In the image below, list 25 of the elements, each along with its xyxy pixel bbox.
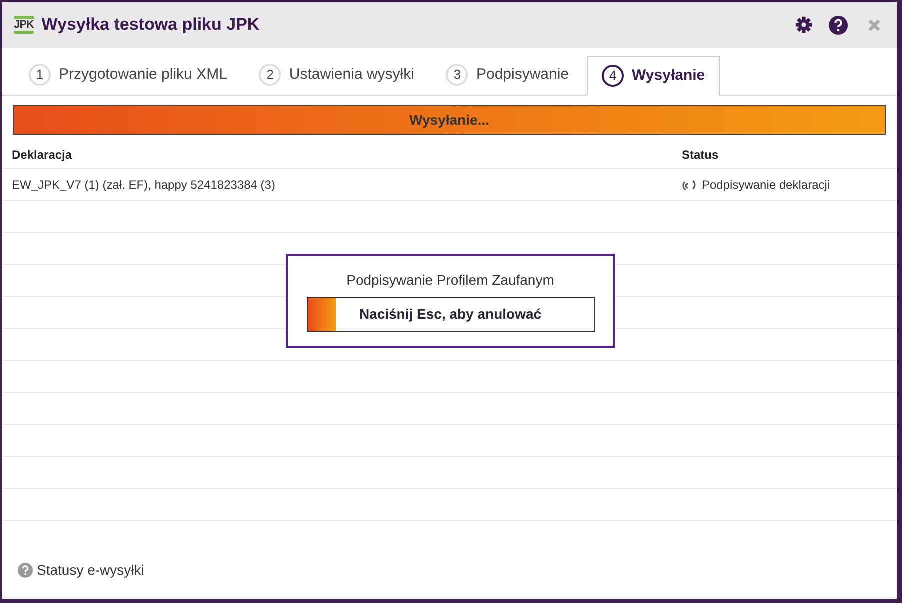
status-link[interactable]: Statusy e-wysyłki (37, 560, 144, 581)
column-header: Status (682, 147, 719, 164)
step-number: 4 (602, 65, 624, 87)
progress-label: Wysyłanie... (410, 110, 490, 130)
tab-label: Podpisywanie (476, 64, 570, 85)
window-title: Wysyłka testowa pliku JPK (42, 14, 260, 36)
table-cell-text: EW_JPK_V7 (1) (zał. EF), happy 5241823384 (3) (12, 176, 276, 194)
spinner-icon (682, 178, 696, 192)
help-icon[interactable] (829, 16, 848, 34)
tab-label: Przygotowanie pliku XML (59, 64, 228, 85)
tab-label: Wysyłanie (632, 66, 706, 86)
table-cell-text: Podpisywanie deklaracji (702, 176, 830, 194)
tab[interactable]: 3 Podpisywanie (432, 55, 584, 95)
tab-label: Ustawienia wysyłki (289, 64, 414, 85)
tab[interactable]: 1 Przygotowanie pliku XML (15, 55, 242, 95)
column-header: Deklaracja (12, 147, 74, 164)
step-number: 1 (29, 64, 51, 86)
step-number: 2 (259, 64, 282, 86)
step-number: 3 (446, 64, 468, 86)
settings-icon[interactable] (795, 16, 813, 34)
dialog-title: Podpisywanie Profilem Zaufanym (346, 271, 554, 290)
help-icon (18, 563, 33, 578)
cancel-hint: Naciśnij Esc, aby anulować (359, 305, 542, 324)
tab[interactable]: 4 Wysyłanie (587, 56, 720, 96)
tab[interactable]: 2 Ustawienia wysyłki (245, 55, 428, 95)
